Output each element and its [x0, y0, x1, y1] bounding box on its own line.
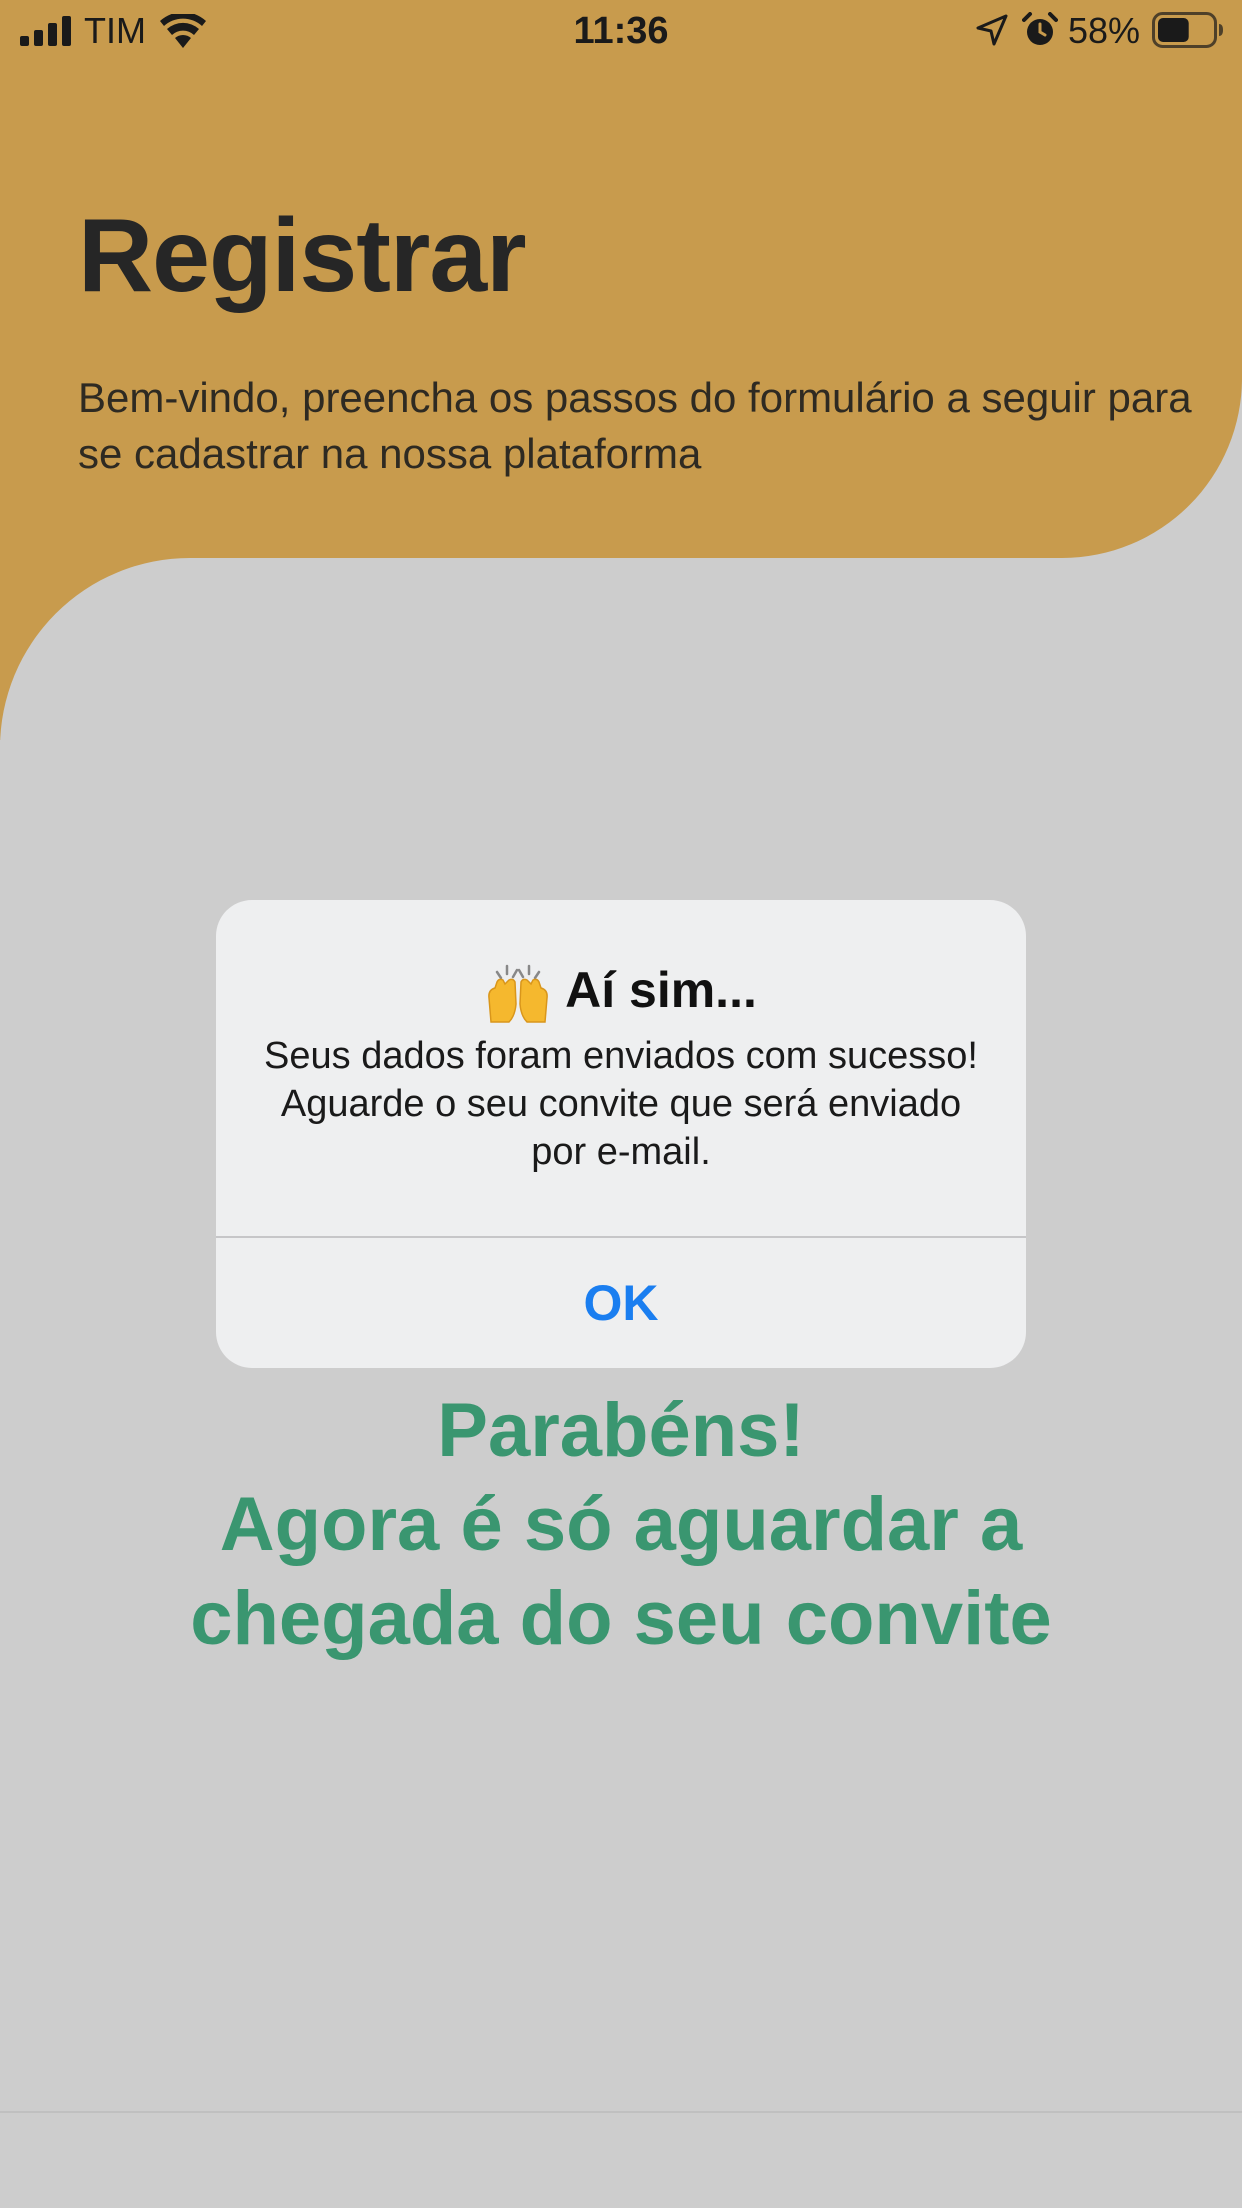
ok-button[interactable]: OK — [216, 1238, 1026, 1368]
raising-hands-icon — [488, 964, 548, 1023]
content-panel — [0, 558, 1242, 2208]
success-line: Agora é só aguardar a — [219, 1482, 1023, 1567]
battery-percentage: 58% — [1068, 10, 1141, 51]
location-icon — [976, 14, 1008, 46]
alert-title: Aí sim... — [216, 960, 1026, 1024]
success-line: Parabéns! — [437, 1388, 805, 1473]
alert-dialog: Aí sim... Seus dados foram enviados com … — [216, 900, 1026, 1368]
success-message: Parabéns! Agora é só aguardar a chegada … — [0, 1384, 1242, 1666]
alarm-icon — [1022, 12, 1058, 45]
success-line: chegada do seu convite — [190, 1576, 1052, 1661]
bottom-divider — [0, 2111, 1242, 2113]
battery-icon — [1152, 12, 1223, 48]
status-bar: TIM 11:36 58% — [0, 0, 1242, 62]
page-subtitle: Bem-vindo, preencha os passos do formulá… — [78, 374, 1192, 477]
alert-title-text: Aí sim... — [565, 962, 757, 1018]
page-title: Registrar — [78, 198, 527, 314]
alert-message: Seus dados foram enviados com sucesso! A… — [264, 1035, 978, 1173]
